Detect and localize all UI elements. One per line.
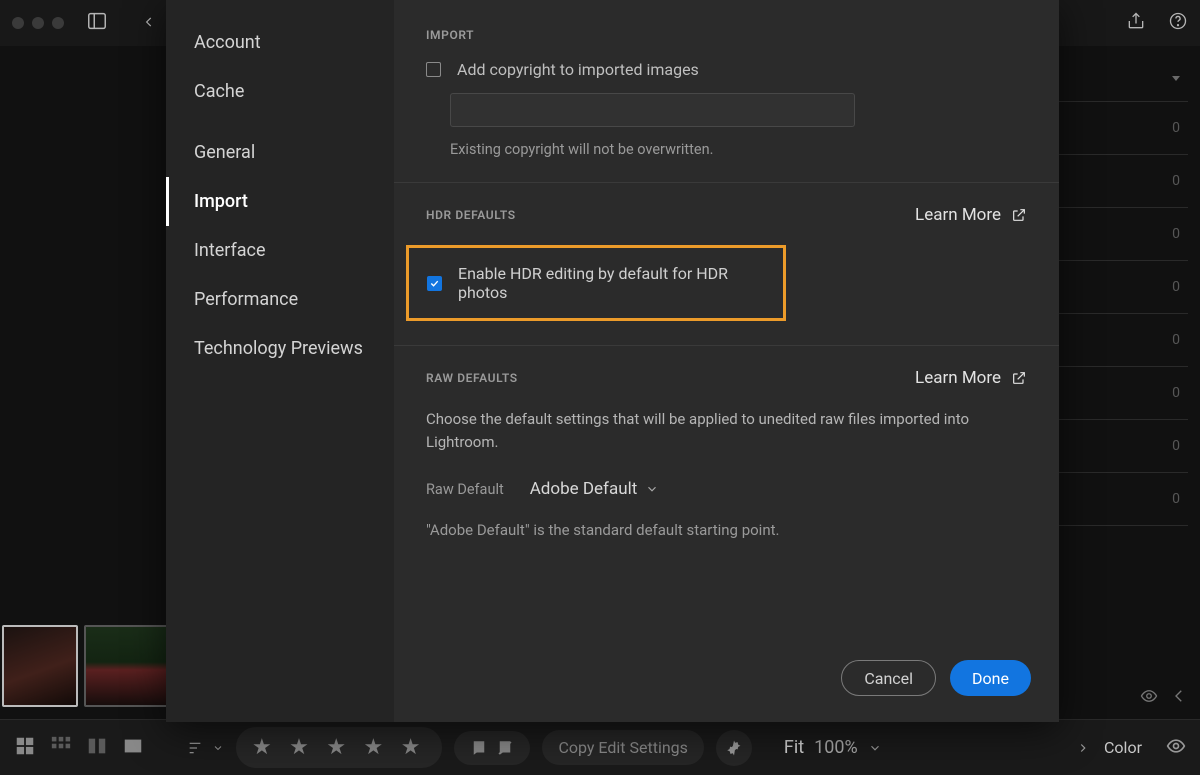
section-title-hdr: HDR DEFAULTS [426, 208, 516, 222]
fit-label: Fit [784, 737, 804, 758]
chevron-down-icon [645, 482, 659, 496]
copyright-input[interactable] [450, 93, 855, 127]
single-view-icon[interactable] [122, 735, 144, 761]
learn-more-hdr[interactable]: Learn More [915, 205, 1027, 225]
sidebar-item-interface[interactable]: Interface [166, 226, 394, 275]
zoom-control[interactable]: Fit 100% [784, 737, 882, 758]
help-icon[interactable] [1168, 11, 1188, 35]
maximize-window-dot[interactable] [52, 17, 64, 29]
external-link-icon [1011, 370, 1027, 386]
sidebar-item-general[interactable]: General [166, 128, 394, 177]
window-controls[interactable] [12, 17, 64, 29]
eye-icon[interactable] [1166, 736, 1186, 760]
hdr-highlight-box: Enable HDR editing by default for HDR ph… [406, 245, 786, 321]
copyright-hint: Existing copyright will not be overwritt… [450, 141, 1027, 158]
raw-default-select[interactable]: Adobe Default [530, 479, 660, 499]
section-title-raw: RAW DEFAULTS [426, 371, 518, 385]
rating-filter[interactable]: ★ ★ ★ ★ ★ [236, 727, 442, 768]
section-divider [394, 345, 1059, 346]
gear-button[interactable] [716, 730, 752, 766]
copyright-label: Add copyright to imported images [457, 60, 699, 79]
section-title-import: IMPORT [426, 28, 1027, 42]
grid-large-icon[interactable] [14, 735, 36, 761]
sort-control[interactable] [184, 740, 224, 756]
chevron-right-icon [1076, 741, 1090, 755]
raw-default-label: Raw Default [426, 481, 504, 498]
view-mode-group [14, 735, 144, 761]
sidebar-item-technology-previews[interactable]: Technology Previews [166, 324, 394, 373]
sidebar-item-import[interactable]: Import [166, 177, 394, 226]
panel-toggle-icon[interactable] [86, 10, 108, 36]
filmstrip-right-controls [1140, 687, 1188, 709]
fit-value: 100% [814, 737, 858, 758]
color-panel-toggle[interactable]: Color [1076, 736, 1186, 760]
chevron-down-icon [868, 741, 882, 755]
preferences-content: IMPORT Add copyright to imported images … [394, 0, 1059, 722]
preferences-sidebar: Account Cache General Import Interface P… [166, 0, 394, 722]
dialog-buttons: Cancel Done [841, 660, 1031, 696]
eye-icon[interactable] [1140, 687, 1158, 709]
learn-more-raw[interactable]: Learn More [915, 368, 1027, 388]
copy-settings-button[interactable]: Copy Edit Settings [542, 730, 703, 765]
external-link-icon [1011, 207, 1027, 223]
share-icon[interactable] [1126, 11, 1146, 35]
section-divider [394, 182, 1059, 183]
grid-small-icon[interactable] [50, 735, 72, 761]
sidebar-item-performance[interactable]: Performance [166, 275, 394, 324]
sidebar-item-cache[interactable]: Cache [166, 67, 394, 116]
raw-default-hint: "Adobe Default" is the standard default … [426, 521, 1027, 539]
compare-view-icon[interactable] [86, 735, 108, 761]
hdr-enable-checkbox[interactable] [427, 276, 442, 291]
minimize-window-dot[interactable] [32, 17, 44, 29]
preferences-dialog: Account Cache General Import Interface P… [166, 0, 1059, 722]
cancel-button[interactable]: Cancel [841, 660, 936, 696]
copyright-checkbox[interactable] [426, 62, 441, 77]
collapse-right-icon[interactable] [1170, 687, 1188, 709]
sidebar-item-account[interactable]: Account [166, 18, 394, 67]
color-label: Color [1104, 738, 1142, 757]
bottom-toolbar: ★ ★ ★ ★ ★ Copy Edit Settings Fit 100% Co… [0, 719, 1200, 775]
done-button[interactable]: Done [950, 660, 1031, 696]
raw-description: Choose the default settings that will be… [426, 408, 1027, 453]
thumbnail[interactable] [2, 625, 78, 707]
flag-filter[interactable] [454, 731, 530, 765]
close-window-dot[interactable] [12, 17, 24, 29]
hdr-enable-label: Enable HDR editing by default for HDR ph… [458, 264, 765, 302]
back-chevron-icon[interactable] [142, 14, 156, 33]
